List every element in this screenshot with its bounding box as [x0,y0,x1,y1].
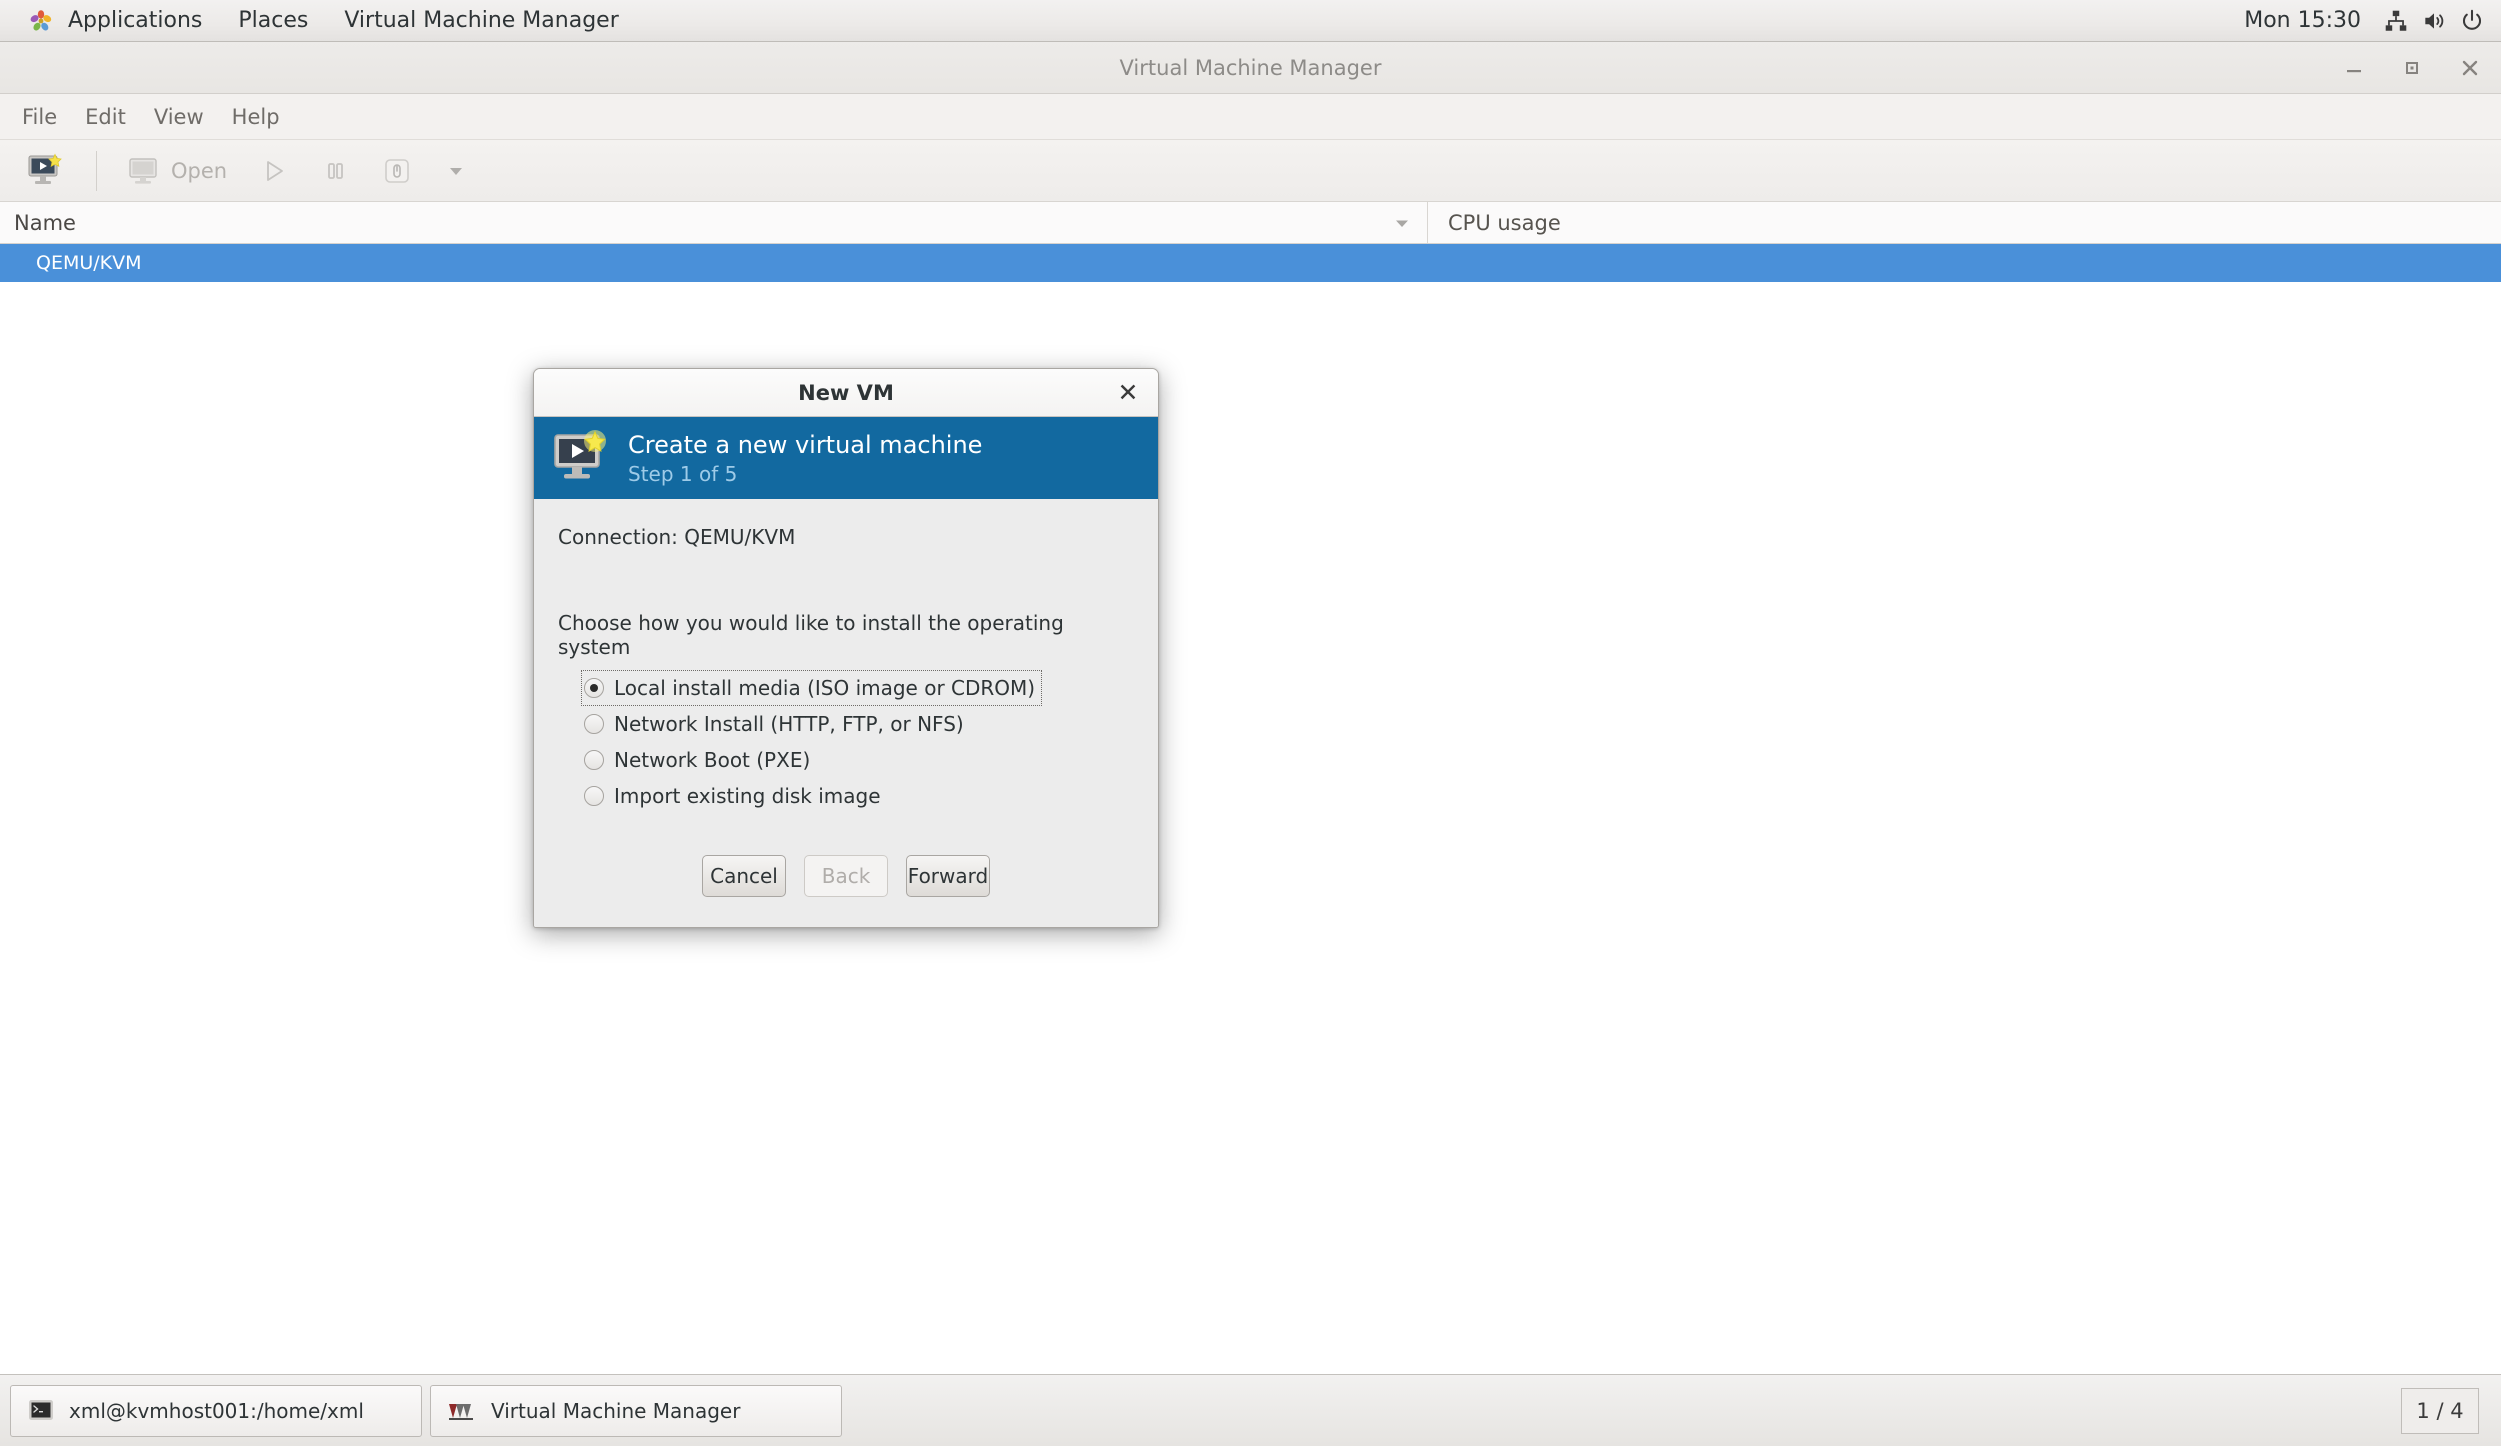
connection-value: QEMU/KVM [684,525,796,549]
chevron-down-icon[interactable] [1391,212,1413,234]
panel-menu-app-title[interactable]: Virtual Machine Manager [326,0,636,42]
dialog-action-buttons: Cancel Back Forward [534,813,1158,927]
new-vm-icon [26,153,66,189]
run-button[interactable] [245,145,303,197]
dialog-title: New VM [798,380,894,405]
workspace-indicator[interactable]: 1 / 4 [2401,1387,2479,1434]
minimize-icon[interactable] [2339,53,2369,83]
taskbar-item-terminal-label: xml@kvmhost001:/home/xml [69,1398,364,1423]
close-icon[interactable] [2455,53,2485,83]
column-header-cpu-usage[interactable]: CPU usage [1428,202,2501,243]
taskbar: xml@kvmhost001:/home/xml Virtual Machine… [0,1374,2501,1446]
play-icon [259,156,289,186]
column-header-name[interactable]: Name [0,202,1428,243]
new-vm-button[interactable] [12,145,80,197]
tray-network-icon[interactable] [2379,4,2413,38]
forward-button[interactable]: Forward [906,855,990,897]
menu-help[interactable]: Help [218,99,294,135]
vmm-icon [447,1399,477,1423]
tray-volume-icon[interactable] [2417,4,2451,38]
radio-network-install-label: Network Install (HTTP, FTP, or NFS) [614,712,964,736]
new-vm-dialog-frame: New VM ✕ Create a new virtual machine St… [533,368,1159,928]
radio-indicator-icon [584,714,604,734]
radio-local-install-media-label: Local install media (ISO image or CDROM) [614,676,1036,700]
menubar: File Edit View Help [0,94,2501,140]
column-header-name-label: Name [14,210,76,235]
taskbar-item-vmm[interactable]: Virtual Machine Manager [430,1384,842,1437]
dialog-titlebar: New VM ✕ [534,369,1158,417]
vmm-window: Virtual Machine Manager File Edit View H… [0,42,2501,1374]
vm-list-row-connection[interactable]: QEMU/KVM [0,244,2501,282]
radio-import-existing-disk-image-label: Import existing disk image [614,784,881,808]
cancel-button[interactable]: Cancel [702,855,786,897]
open-button[interactable]: Open [113,145,241,197]
maximize-icon[interactable] [2397,53,2427,83]
gnome-applications-icon [24,4,58,38]
radio-indicator-icon [584,786,604,806]
dialog-banner-text: Create a new virtual machine Step 1 of 5 [628,431,982,486]
connection-row: Connection: QEMU/KVM [558,525,1134,549]
shutdown-button[interactable] [367,145,427,197]
pause-button[interactable] [307,145,363,197]
radio-import-existing-disk-image[interactable]: Import existing disk image [582,779,887,813]
radio-local-install-media[interactable]: Local install media (ISO image or CDROM) [580,670,1043,706]
pause-icon [321,157,349,185]
dialog-body: Connection: QEMU/KVM Choose how you woul… [534,499,1158,813]
panel-menu-applications[interactable]: Applications [6,0,220,42]
new-vm-dialog: New VM ✕ Create a new virtual machine St… [533,368,1159,928]
terminal-icon [27,1398,55,1424]
taskbar-item-vmm-label: Virtual Machine Manager [491,1398,741,1423]
radio-network-boot-pxe[interactable]: Network Boot (PXE) [582,743,816,777]
monitor-icon [127,156,161,186]
dialog-banner-title: Create a new virtual machine [628,430,983,459]
install-method-prompt: Choose how you would like to install the… [558,611,1064,659]
top-panel-left: Applications Places Virtual Machine Mana… [0,0,637,42]
toolbar-dropdown-button[interactable] [431,145,481,197]
dialog-banner-step: Step 1 of 5 [628,461,738,486]
toolbar-separator [96,150,97,191]
radio-network-install[interactable]: Network Install (HTTP, FTP, or NFS) [582,707,970,741]
new-vm-icon [550,429,612,487]
top-panel: Applications Places Virtual Machine Mana… [0,0,2501,42]
radio-indicator-icon [584,750,604,770]
radio-indicator-icon [584,678,604,698]
tray-power-icon[interactable] [2455,4,2489,38]
menu-view[interactable]: View [140,99,218,135]
panel-menu-places-label: Places [238,8,309,33]
vm-list-row-label: QEMU/KVM [36,252,142,274]
vm-list: QEMU/KVM [0,244,2501,282]
radio-network-boot-pxe-label: Network Boot (PXE) [614,748,811,772]
panel-menu-app-title-label: Virtual Machine Manager [344,8,619,33]
column-header-cpu-usage-label: CPU usage [1448,210,1561,235]
panel-menu-applications-label: Applications [68,8,203,33]
connection-label: Connection: [558,525,678,549]
install-method-radio-group: Local install media (ISO image or CDROM)… [558,670,1134,813]
toolbar: Open [0,140,2501,202]
shutdown-icon [381,155,413,187]
window-titlebar: Virtual Machine Manager [0,42,2501,94]
desktop-screen: Applications Places Virtual Machine Mana… [0,0,2501,1446]
chevron-down-icon [445,160,467,182]
taskbar-item-terminal[interactable]: xml@kvmhost001:/home/xml [10,1384,422,1437]
dialog-banner: Create a new virtual machine Step 1 of 5 [534,417,1158,499]
window-controls [2339,42,2485,94]
panel-clock[interactable]: Mon 15:30 [2230,8,2375,33]
top-panel-right: Mon 15:30 [2230,4,2501,38]
open-button-label: Open [171,158,228,183]
window-title: Virtual Machine Manager [1119,55,1382,80]
panel-menu-places[interactable]: Places [220,0,326,42]
vm-list-header: Name CPU usage [0,202,2501,244]
menu-file[interactable]: File [8,99,71,135]
close-icon[interactable]: ✕ [1114,379,1142,407]
menu-edit[interactable]: Edit [71,99,140,135]
vm-list-empty-area [0,282,2501,1374]
back-button: Back [804,855,888,897]
